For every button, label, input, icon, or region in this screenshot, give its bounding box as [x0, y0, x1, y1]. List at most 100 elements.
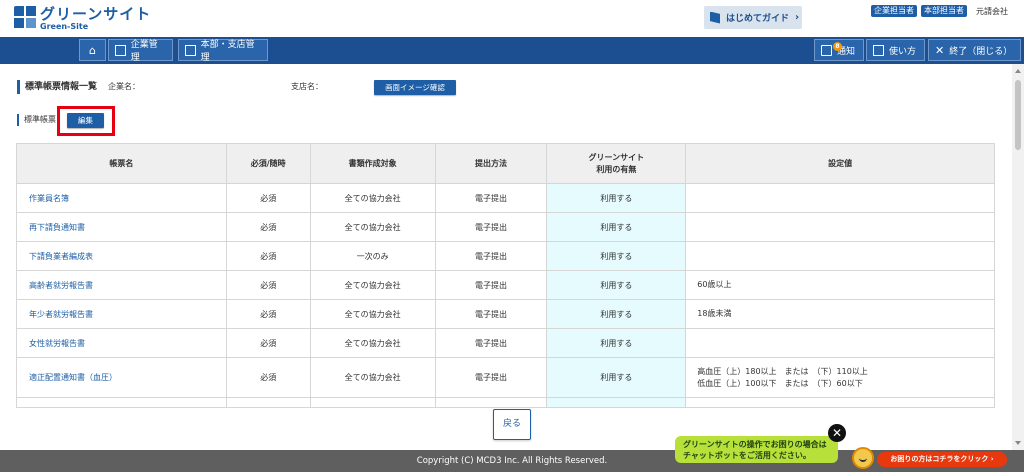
- scroll-down-icon[interactable]: [1015, 441, 1021, 445]
- exit-button[interactable]: ✕ 終了（閉じる）: [928, 39, 1021, 61]
- logo-mark-icon: [14, 6, 36, 28]
- help-click-button[interactable]: お困りの方はコチラをクリック ›: [877, 452, 1007, 467]
- table-row: [16, 397, 995, 408]
- green-site-logo[interactable]: グリーンサイト Green-Site: [14, 6, 151, 32]
- hq-manager-tag: 本部担当者: [921, 5, 967, 17]
- table-row: 適正配置通知書（血圧） 必須 全ての協力会社 電子提出 利用する 高血圧（上）1…: [16, 357, 995, 398]
- col-header-setting: 設定値: [685, 143, 995, 184]
- setting-cell: 18歳未満: [685, 299, 995, 329]
- main-navbar: ⌂ 企業管理 本部・支店管理 8 通知 使い方 ✕ 終了（閉じる）: [0, 37, 1024, 64]
- col-header-method: 提出方法: [434, 143, 548, 184]
- form-name-link[interactable]: 適正配置通知書（血圧）: [16, 357, 227, 398]
- table-row: 作業員名簿 必須 全ての協力会社 電子提出 利用する: [16, 183, 995, 213]
- notice-button[interactable]: 8 通知: [814, 39, 864, 61]
- setting-cell: [685, 212, 995, 242]
- usage-cell: 利用する: [546, 299, 687, 329]
- required-cell: 必須: [225, 299, 311, 329]
- chatbot-mascot-icon[interactable]: [852, 447, 874, 469]
- company-name: 元請会社: [976, 7, 1008, 16]
- setting-cell: 60歳以上: [685, 270, 995, 300]
- branch-name-label: 支店名：: [291, 82, 323, 91]
- standard-forms-table: 帳票名 必須/随時 書類作成対象 提出方法 グリーンサイト 利用の有無 設定値 …: [16, 143, 995, 408]
- beginner-guide-button[interactable]: はじめてガイド ›: [704, 6, 802, 29]
- form-name-link[interactable]: 女性就労報告書: [16, 328, 227, 358]
- close-icon: ✕: [935, 43, 945, 57]
- mail-icon: [821, 44, 832, 56]
- branch-management-label: 本部・支店管理: [200, 40, 255, 63]
- method-cell: 電子提出: [434, 183, 548, 213]
- form-name-link[interactable]: 作業員名簿: [16, 183, 227, 213]
- setting-cell: [685, 183, 995, 213]
- home-icon: ⌂: [89, 43, 96, 57]
- target-cell: 全ての協力会社: [309, 270, 436, 300]
- method-cell: 電子提出: [434, 328, 548, 358]
- required-cell: 必須: [225, 357, 311, 398]
- howto-label: 使い方: [889, 46, 917, 57]
- vertical-scrollbar[interactable]: [1012, 64, 1024, 450]
- notice-count-badge: 8: [833, 42, 842, 51]
- table-row: 高齢者就労報告書 必須 全ての協力会社 電子提出 利用する 60歳以上: [16, 270, 995, 300]
- chat-close-icon[interactable]: ✕: [828, 424, 846, 442]
- book-icon: [710, 11, 720, 24]
- target-cell: 全ての協力会社: [309, 328, 436, 358]
- main-content: 標準帳票情報一覧 企業名： 支店名： 画面イメージ確認 標準帳票 編集 帳票名 …: [0, 64, 1012, 450]
- target-cell: 一次のみ: [309, 241, 436, 271]
- edit-button[interactable]: 編集: [67, 113, 104, 128]
- required-cell: 必須: [225, 183, 311, 213]
- method-cell: 電子提出: [434, 299, 548, 329]
- form-name-link[interactable]: 年少者就労報告書: [16, 299, 227, 329]
- required-cell: 必須: [225, 212, 311, 242]
- usage-cell: 利用する: [546, 270, 687, 300]
- usage-cell: 利用する: [546, 183, 687, 213]
- top-header: グリーンサイト Green-Site はじめてガイド › 企業担当者 本部担当者…: [0, 0, 1024, 37]
- home-button[interactable]: ⌂: [79, 39, 106, 61]
- logo-text-en: Green-Site: [40, 22, 89, 31]
- method-cell: 電子提出: [434, 212, 548, 242]
- form-name-link[interactable]: 下請負業者編成表: [16, 241, 227, 271]
- standard-forms-label: 標準帳票: [17, 114, 56, 126]
- scroll-up-icon[interactable]: [1015, 69, 1021, 73]
- usage-cell: 利用する: [546, 357, 687, 398]
- target-cell: 全ての協力会社: [309, 357, 436, 398]
- setting-cell: 高血圧（上）180以上 または （下）110以上 低血圧（上）100以下 または…: [685, 357, 995, 398]
- target-cell: 全ての協力会社: [309, 299, 436, 329]
- form-name-link[interactable]: 高齢者就労報告書: [16, 270, 227, 300]
- table-row: 下請負業者編成表 必須 一次のみ 電子提出 利用する: [16, 241, 995, 271]
- company-management-label: 企業管理: [130, 40, 158, 63]
- col-header-target: 書類作成対象: [309, 143, 436, 184]
- method-cell: 電子提出: [434, 270, 548, 300]
- required-cell: 必須: [225, 241, 311, 271]
- guide-label: はじめてガイド: [726, 14, 790, 24]
- method-cell: 電子提出: [434, 241, 548, 271]
- usage-cell: 利用する: [546, 241, 687, 271]
- company-management-button[interactable]: 企業管理: [108, 39, 173, 63]
- howto-button[interactable]: 使い方: [866, 39, 925, 61]
- chevron-right-icon: ›: [795, 12, 800, 23]
- logo-text-jp: グリーンサイト: [40, 5, 152, 23]
- target-cell: 全ての協力会社: [309, 183, 436, 213]
- required-cell: 必須: [225, 328, 311, 358]
- exit-label: 終了（閉じる）: [949, 46, 1013, 57]
- screen-preview-button[interactable]: 画面イメージ確認: [374, 80, 456, 95]
- usage-cell: 利用する: [546, 212, 687, 242]
- book-open-icon: [873, 44, 884, 56]
- col-header-usage: グリーンサイト 利用の有無: [546, 143, 687, 184]
- setting-cell: [685, 328, 995, 358]
- table-row: 女性就労報告書 必須 全ての協力会社 電子提出 利用する: [16, 328, 995, 358]
- col-header-form-name: 帳票名: [16, 143, 227, 184]
- chatbot-bubble[interactable]: グリーンサイトの操作でお困りの場合は チャットボットをご活用ください。: [675, 436, 838, 463]
- target-cell: 全ての協力会社: [309, 212, 436, 242]
- branch-management-button[interactable]: 本部・支店管理: [178, 39, 268, 63]
- setting-cell: [685, 241, 995, 271]
- usage-cell: 利用する: [546, 328, 687, 358]
- required-cell: 必須: [225, 270, 311, 300]
- table-row: 年少者就労報告書 必須 全ての協力会社 電子提出 利用する 18歳未満: [16, 299, 995, 329]
- page-title: 標準帳票情報一覧: [17, 80, 97, 94]
- company-manager-tag: 企業担当者: [871, 5, 917, 17]
- scroll-thumb[interactable]: [1015, 80, 1021, 150]
- store-icon: [185, 44, 196, 56]
- method-cell: 電子提出: [434, 357, 548, 398]
- back-button[interactable]: 戻る: [493, 409, 531, 440]
- form-name-link[interactable]: 再下請負通知書: [16, 212, 227, 242]
- table-header-row: 帳票名 必須/随時 書類作成対象 提出方法 グリーンサイト 利用の有無 設定値: [16, 143, 995, 184]
